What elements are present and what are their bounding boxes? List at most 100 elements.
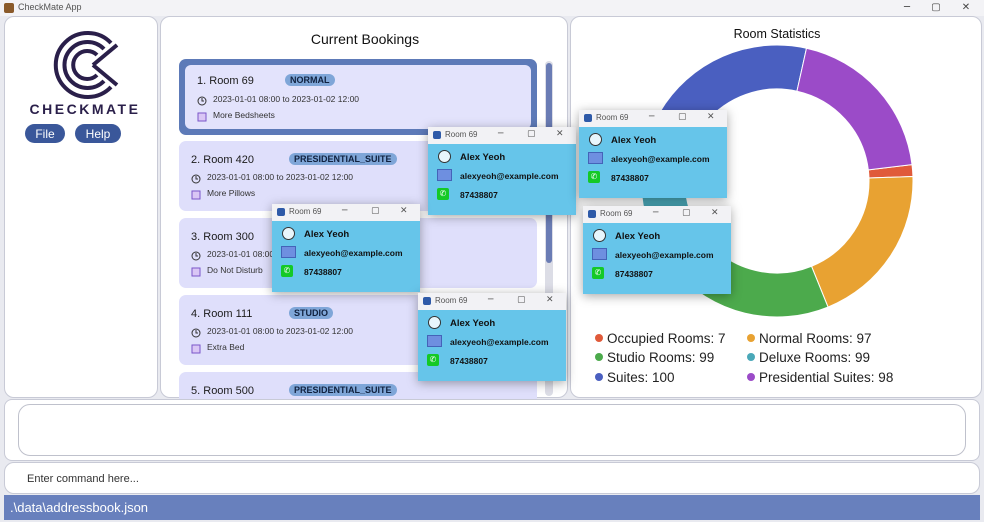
request-icon xyxy=(191,341,201,354)
legend-item: Normal Rooms: 97 xyxy=(747,331,872,346)
popup-title: Room 69 xyxy=(289,207,322,216)
email-icon xyxy=(281,246,296,258)
result-display[interactable] xyxy=(18,404,966,456)
legend-item: Suites: 100 xyxy=(595,370,675,385)
legend-dot xyxy=(747,334,755,342)
donut-slice-normal-rooms xyxy=(810,176,914,308)
app-icon xyxy=(584,114,592,122)
person-icon xyxy=(438,150,451,163)
email-icon xyxy=(427,335,442,347)
clock-icon xyxy=(197,93,207,106)
app-icon xyxy=(433,131,441,139)
donut-slice-presidential-suites xyxy=(796,47,913,171)
command-box[interactable]: Enter command here... xyxy=(4,462,980,494)
clock-icon xyxy=(191,171,201,184)
contact-popup-window[interactable]: Room 69 ─ ▢ ✕ Alex Yeoh alexyeoh@example.c… xyxy=(583,206,731,294)
phone-icon: ✆ xyxy=(437,188,449,200)
popup-title-bar[interactable]: Room 69 ─ ▢ ✕ xyxy=(428,127,576,144)
request-icon xyxy=(197,109,207,122)
request-icon xyxy=(191,264,201,277)
app-icon xyxy=(277,208,285,216)
legend-dot xyxy=(747,373,755,381)
legend-dot xyxy=(747,353,755,361)
phone-icon: ✆ xyxy=(592,267,604,279)
maximize-icon[interactable]: ▢ xyxy=(678,112,687,122)
room-type-badge: STUDIO xyxy=(289,307,334,319)
command-input[interactable]: Enter command here... xyxy=(27,473,139,485)
booking-period: 2023-01-01 08:00 to 2023-01-02 12:00 xyxy=(213,94,360,104)
booking-card[interactable]: 1. Room 69 NORMAL 2023-01-01 08:00 to 20… xyxy=(179,59,537,135)
status-bar: .\data\addressbook.json xyxy=(4,495,980,520)
contact-name: Alex Yeoh xyxy=(611,135,657,146)
person-icon xyxy=(593,229,606,242)
contact-email: alexyeoh@example.com xyxy=(304,248,403,258)
clock-icon xyxy=(191,248,201,261)
room-type-badge: PRESIDENTIAL_SUITE xyxy=(289,384,397,396)
maximize-icon[interactable]: ▢ xyxy=(517,295,526,305)
app-icon xyxy=(423,297,431,305)
close-icon[interactable]: ✕ xyxy=(707,112,715,122)
booking-request: More Pillows xyxy=(207,188,256,198)
legend-dot xyxy=(595,353,603,361)
phone-icon: ✆ xyxy=(427,354,439,366)
legend-item: Studio Rooms: 99 xyxy=(595,350,714,365)
contact-phone: 87438807 xyxy=(460,190,498,200)
maximize-icon[interactable]: ▢ xyxy=(371,206,380,216)
minimize-icon[interactable]: ─ xyxy=(653,208,658,218)
maximize-icon[interactable]: ▢ xyxy=(527,129,536,139)
contact-email: alexyeoh@example.com xyxy=(450,337,549,347)
popup-title-bar[interactable]: Room 69 ─ ▢ ✕ xyxy=(583,206,731,223)
booking-request: Extra Bed xyxy=(207,342,245,352)
popup-title: Room 69 xyxy=(435,296,468,305)
person-icon xyxy=(428,316,441,329)
maximize-button[interactable]: ▢ xyxy=(921,0,951,16)
popup-title: Room 69 xyxy=(445,130,478,139)
email-icon xyxy=(437,169,452,181)
phone-icon: ✆ xyxy=(281,265,293,277)
booking-card-inner: 1. Room 69 NORMAL 2023-01-01 08:00 to 20… xyxy=(185,65,531,129)
close-button[interactable]: ✕ xyxy=(951,0,981,16)
contact-popup-window[interactable]: Room 69 ─ ▢ ✕ Alex Yeoh alexyeoh@example.c… xyxy=(579,110,727,198)
contact-name: Alex Yeoh xyxy=(450,318,496,329)
close-icon[interactable]: ✕ xyxy=(400,206,408,216)
contact-popup-window[interactable]: Room 69 ─ ▢ ✕ Alex Yeoh alexyeoh@example.c… xyxy=(428,127,576,215)
minimize-icon[interactable]: ─ xyxy=(342,206,347,216)
minimize-button[interactable]: ─ xyxy=(892,0,922,16)
brand-name: CHECKMATE xyxy=(29,101,141,117)
legend-item: Deluxe Rooms: 99 xyxy=(747,350,870,365)
contact-name: Alex Yeoh xyxy=(460,152,506,163)
popup-title-bar[interactable]: Room 69 ─ ▢ ✕ xyxy=(579,110,727,127)
legend-item: Occupied Rooms: 7 xyxy=(595,331,726,346)
close-icon[interactable]: ✕ xyxy=(546,295,554,305)
contact-email: alexyeoh@example.com xyxy=(611,154,710,164)
popup-title-bar[interactable]: Room 69 ─ ▢ ✕ xyxy=(272,204,420,221)
popup-title: Room 69 xyxy=(596,113,629,122)
person-icon xyxy=(282,227,295,240)
save-location: .\data\addressbook.json xyxy=(10,500,149,515)
close-icon[interactable]: ✕ xyxy=(711,208,719,218)
legend-dot xyxy=(595,373,603,381)
app-icon xyxy=(588,210,596,218)
booking-index: 5. Room 500 xyxy=(191,385,255,397)
close-icon[interactable]: ✕ xyxy=(556,129,564,139)
contact-popup-window[interactable]: Room 69 ─ ▢ ✕ Alex Yeoh alexyeoh@example.c… xyxy=(418,293,566,381)
maximize-icon[interactable]: ▢ xyxy=(682,208,691,218)
file-menu-button[interactable]: File xyxy=(25,124,65,143)
sidebar-panel: CHECKMATE File Help xyxy=(4,16,158,398)
minimize-icon[interactable]: ─ xyxy=(498,129,503,139)
minimize-icon[interactable]: ─ xyxy=(488,295,493,305)
contact-email: alexyeoh@example.com xyxy=(460,171,559,181)
popup-title-bar[interactable]: Room 69 ─ ▢ ✕ xyxy=(418,293,566,310)
legend-item: Presidential Suites: 98 xyxy=(747,370,893,385)
booking-request: Do Not Disturb xyxy=(207,265,263,275)
contact-popup-window[interactable]: Room 69 ─ ▢ ✕ Alex Yeoh alexyeoh@example.c… xyxy=(272,204,420,292)
contact-phone: 87438807 xyxy=(611,173,649,183)
minimize-icon[interactable]: ─ xyxy=(649,112,654,122)
booking-period: 2023-01-01 08:00 xyxy=(207,249,275,259)
clock-icon xyxy=(191,325,201,338)
request-icon xyxy=(191,187,201,200)
booking-index: 1. Room 69 xyxy=(197,75,254,87)
checkmate-logo xyxy=(49,25,123,113)
booking-request: More Bedsheets xyxy=(213,110,275,120)
help-menu-button[interactable]: Help xyxy=(75,124,121,143)
